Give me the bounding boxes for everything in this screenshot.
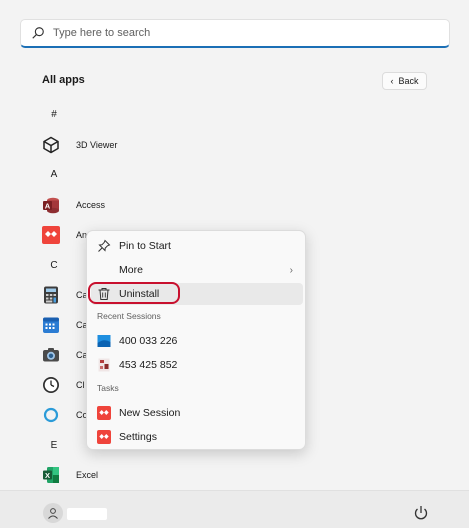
app-name: Cl <box>76 380 85 390</box>
menu-item-label: Settings <box>119 431 157 443</box>
menu-item-uninstall[interactable]: Uninstall <box>91 283 303 305</box>
menu-item-settings[interactable]: Settings <box>91 426 303 448</box>
app-item-camera[interactable]: Ca <box>42 344 88 366</box>
chevron-right-icon: › <box>289 264 293 276</box>
search-icon <box>32 27 44 39</box>
anydesk-icon <box>97 430 111 444</box>
session-thumbnail-icon <box>97 358 111 372</box>
app-name: Access <box>76 200 106 210</box>
app-name: Excel <box>76 470 99 480</box>
calendar-icon <box>42 316 60 334</box>
app-item-excel[interactable]: X Excel <box>42 464 98 486</box>
menu-item-more[interactable]: More › <box>91 259 303 281</box>
app-item-3d-viewer[interactable]: 3D Viewer <box>42 134 117 156</box>
app-name: 3D Viewer <box>76 140 118 150</box>
context-menu: Pin to Start More › Uninstall Recent Ses… <box>86 230 306 450</box>
start-footer <box>0 490 469 528</box>
calculator-icon <box>42 286 60 304</box>
app-item-access[interactable]: A Access <box>42 194 105 216</box>
search-input[interactable] <box>53 27 433 39</box>
app-item-cortana[interactable]: Co <box>42 404 88 426</box>
tasks-header: Tasks <box>97 383 119 393</box>
pin-icon <box>97 239 111 253</box>
back-label: Back <box>398 76 419 86</box>
back-button[interactable]: ‹ Back <box>382 72 427 90</box>
windows-icon <box>97 334 111 348</box>
menu-item-session-1[interactable]: 400 033 226 <box>91 330 303 352</box>
user-icon <box>48 508 58 519</box>
cortana-icon <box>42 406 60 424</box>
letter-header-a[interactable]: A <box>47 169 61 180</box>
app-item-calendar[interactable]: Ca <box>42 314 88 336</box>
menu-item-pin-to-start[interactable]: Pin to Start <box>91 235 303 257</box>
letter-header-e[interactable]: E <box>47 440 61 451</box>
access-icon: A <box>42 196 60 214</box>
menu-item-new-session[interactable]: New Session <box>91 402 303 424</box>
app-item-clock[interactable]: Cl <box>42 374 85 396</box>
menu-item-session-2[interactable]: 453 425 852 <box>91 354 303 376</box>
anydesk-icon <box>42 226 60 244</box>
menu-item-label: Pin to Start <box>119 240 171 252</box>
user-name-redacted <box>67 508 107 520</box>
svg-text:X: X <box>45 471 50 480</box>
blank-icon <box>97 263 111 277</box>
excel-icon: X <box>42 466 60 484</box>
menu-item-label: 400 033 226 <box>119 335 178 347</box>
menu-item-label: 453 425 852 <box>119 359 178 371</box>
all-apps-title: All apps <box>42 74 85 86</box>
recent-sessions-header: Recent Sessions <box>97 311 161 321</box>
3d-viewer-icon <box>42 136 60 154</box>
menu-item-label: New Session <box>119 407 181 419</box>
camera-icon <box>42 346 60 364</box>
app-item-anydesk[interactable]: An <box>42 224 87 246</box>
clock-icon <box>42 376 60 394</box>
power-button[interactable] <box>412 504 430 522</box>
trash-icon <box>97 287 111 301</box>
power-icon <box>414 506 428 520</box>
chevron-left-icon: ‹ <box>390 76 394 86</box>
app-item-calculator[interactable]: Ca <box>42 284 88 306</box>
letter-header-hash[interactable]: # <box>47 109 61 120</box>
search-box[interactable] <box>20 19 450 48</box>
anydesk-icon <box>97 406 111 420</box>
menu-item-label: More <box>119 264 143 276</box>
menu-item-label: Uninstall <box>119 288 160 300</box>
svg-text:A: A <box>45 201 51 210</box>
letter-header-c[interactable]: C <box>47 260 61 271</box>
user-avatar[interactable] <box>43 503 63 523</box>
